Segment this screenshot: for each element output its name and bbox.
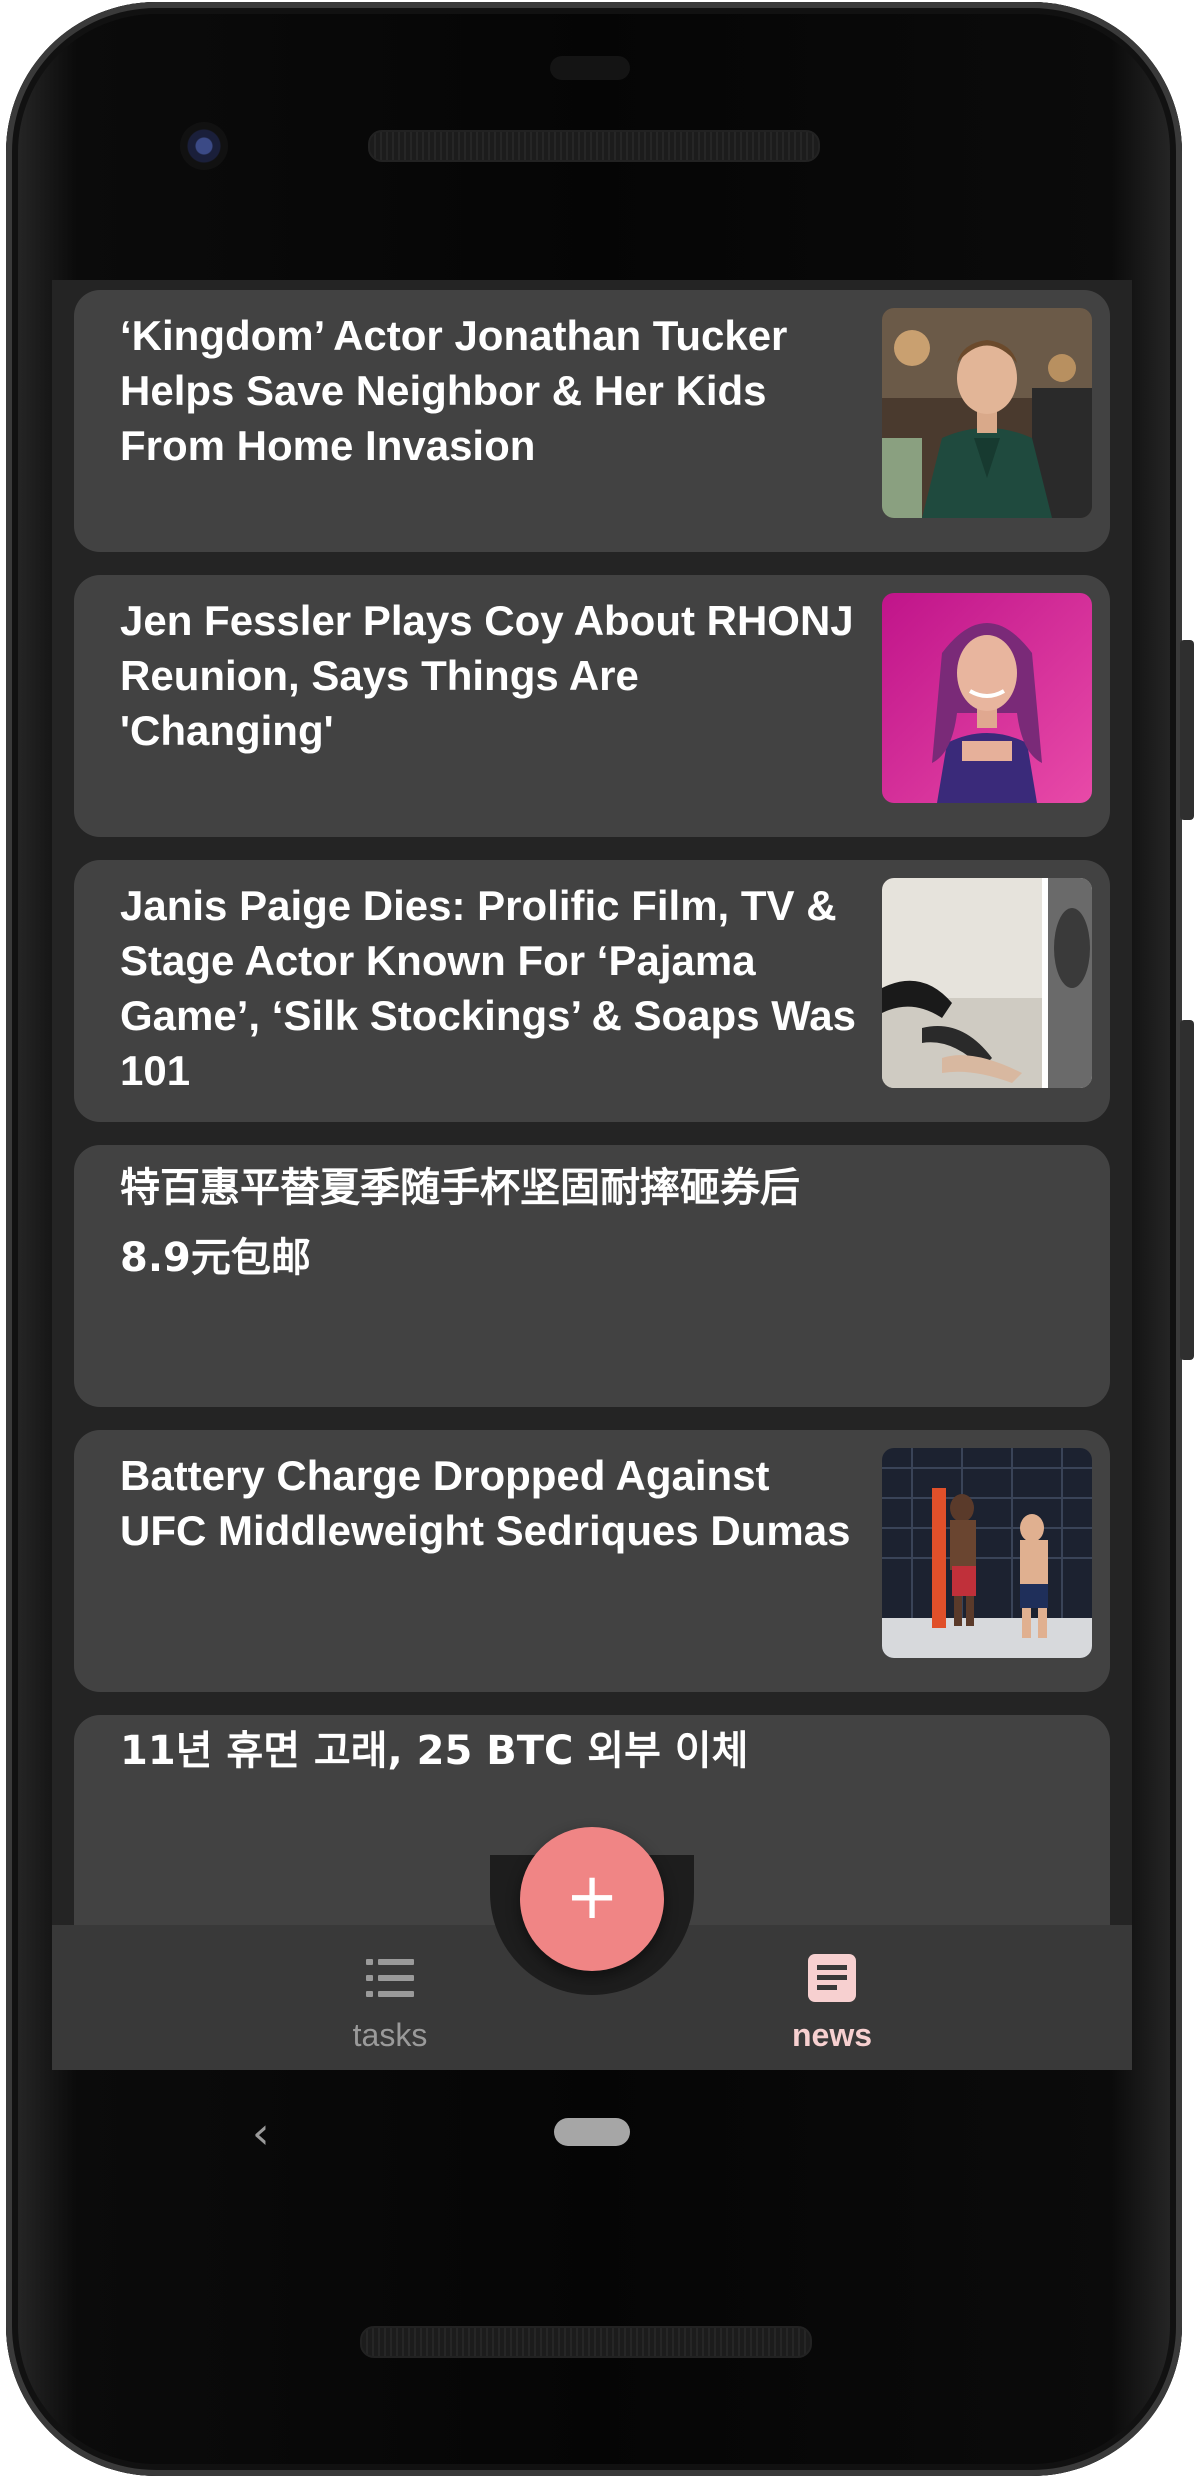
article-icon bbox=[808, 1954, 856, 2002]
news-card-title: ‘Kingdom’ Actor Jonathan Tucker Helps Sa… bbox=[120, 312, 788, 469]
home-pill-icon[interactable] bbox=[554, 2118, 630, 2146]
nav-label-tasks: tasks bbox=[352, 2017, 428, 2053]
news-card[interactable]: Battery Charge Dropped Against UFC Middl… bbox=[74, 1430, 1110, 1692]
nav-label-news: news bbox=[791, 2017, 873, 2053]
news-card[interactable]: ‘Kingdom’ Actor Jonathan Tucker Helps Sa… bbox=[74, 290, 1110, 552]
nav-item-tasks[interactable]: tasks bbox=[270, 1925, 510, 2070]
news-card-thumbnail bbox=[882, 308, 1092, 518]
news-card-title: 11년 휴면 고래, 25 BTC 외부 이체 bbox=[120, 1728, 749, 1774]
news-card[interactable]: Janis Paige Dies: Prolific Film, TV & St… bbox=[74, 860, 1110, 1122]
actor-photo-icon bbox=[882, 308, 1092, 518]
news-card-thumbnail bbox=[882, 1448, 1092, 1658]
top-speaker-grille bbox=[368, 130, 820, 162]
add-button[interactable]: + bbox=[520, 1827, 664, 1971]
news-card-title: Jen Fessler Plays Coy About RHONJ Reunio… bbox=[120, 597, 854, 754]
portrait-photo-icon bbox=[882, 593, 1092, 803]
front-camera-icon bbox=[180, 122, 228, 170]
news-card-title: Janis Paige Dies: Prolific Film, TV & St… bbox=[120, 882, 857, 1094]
news-card-title: 特百惠平替夏季随手杯坚固耐摔砸券后8.9元包邮 bbox=[120, 1165, 800, 1281]
app-screen: ‘Kingdom’ Actor Jonathan Tucker Helps Sa… bbox=[52, 280, 1132, 2070]
plus-icon: + bbox=[565, 1860, 619, 1934]
vintage-photo-icon bbox=[882, 878, 1092, 1088]
news-card[interactable]: Jen Fessler Plays Coy About RHONJ Reunio… bbox=[74, 575, 1110, 837]
news-card-thumbnail bbox=[882, 593, 1092, 803]
nav-item-news[interactable]: news bbox=[712, 1925, 952, 2070]
news-feed[interactable]: ‘Kingdom’ Actor Jonathan Tucker Helps Sa… bbox=[52, 280, 1132, 1925]
volume-button bbox=[1180, 1020, 1194, 1360]
bottom-speaker-grille bbox=[360, 2326, 812, 2358]
news-card-title: Battery Charge Dropped Against UFC Middl… bbox=[120, 1452, 851, 1554]
power-button bbox=[1180, 640, 1194, 820]
back-icon[interactable]: ‹ bbox=[252, 2110, 292, 2158]
news-card-thumbnail bbox=[882, 878, 1092, 1088]
list-icon bbox=[366, 1959, 414, 1997]
earpiece bbox=[550, 56, 630, 80]
system-navigation-bar: ‹ bbox=[52, 2070, 1132, 2200]
fight-photo-icon bbox=[882, 1448, 1092, 1658]
phone-device: ‘Kingdom’ Actor Jonathan Tucker Helps Sa… bbox=[0, 0, 1194, 2480]
news-card[interactable]: 特百惠平替夏季随手杯坚固耐摔砸券后8.9元包邮 bbox=[74, 1145, 1110, 1407]
